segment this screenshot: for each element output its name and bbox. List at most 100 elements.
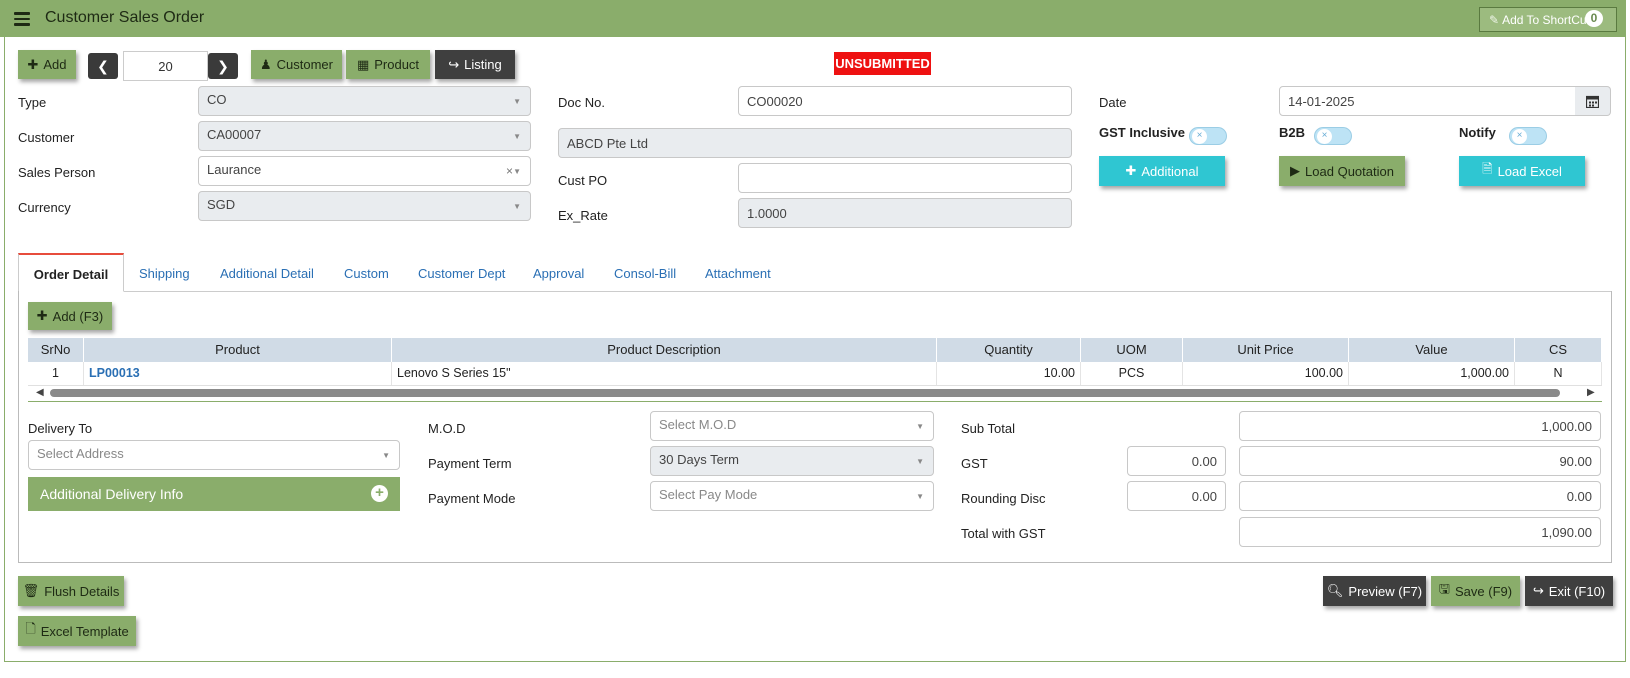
- date-label: Date: [1099, 95, 1127, 110]
- currency-value: SGD: [207, 197, 236, 212]
- file-icon: 🗋: [25, 621, 36, 636]
- tab-attachment[interactable]: Attachment: [705, 266, 771, 281]
- chevron-down-icon: ▼: [382, 451, 390, 460]
- column-header[interactable]: UOM: [1081, 338, 1183, 362]
- currency-select[interactable]: SGD ▼: [198, 191, 531, 221]
- uom-cell: PCS: [1081, 362, 1183, 385]
- tab-customer-dept[interactable]: Customer Dept: [418, 266, 505, 281]
- payment-mode-select[interactable]: Select Pay Mode ▼: [650, 481, 934, 511]
- column-header[interactable]: Quantity: [937, 338, 1081, 362]
- customer-button[interactable]: ♟ Customer: [251, 50, 342, 79]
- column-header[interactable]: Product Description: [392, 338, 937, 362]
- floppy-disk-icon: 🖫: [1438, 581, 1450, 596]
- scroll-right-icon[interactable]: ▶: [1587, 387, 1595, 398]
- listing-button[interactable]: ↪ Listing: [435, 50, 515, 79]
- mod-select[interactable]: Select M.O.D ▼: [650, 411, 934, 441]
- additional-delivery-info-button[interactable]: Additional Delivery Info +: [28, 477, 400, 511]
- listing-button-label: Listing: [464, 57, 502, 72]
- calendar-button[interactable]: [1575, 86, 1611, 116]
- gst-inclusive-label: GST Inclusive: [1099, 125, 1185, 140]
- date-input[interactable]: 14-01-2025: [1279, 86, 1576, 116]
- excel-template-button[interactable]: 🗋 Excel Template: [18, 616, 136, 646]
- chevron-down-icon: ▼: [513, 97, 521, 106]
- product-code-link[interactable]: LP00013: [84, 362, 392, 385]
- delivery-to-label: Delivery To: [28, 421, 93, 436]
- additional-button[interactable]: ✚ Additional: [1099, 156, 1225, 186]
- record-number-input[interactable]: 20: [123, 51, 208, 81]
- grid-icon: ▦: [356, 56, 370, 72]
- customer-select[interactable]: CA00007 ▼: [198, 121, 531, 151]
- plus-icon: ✚: [36, 308, 48, 323]
- chevron-down-icon: ▼: [916, 422, 924, 431]
- tab-consol-bill[interactable]: Consol-Bill: [614, 266, 676, 281]
- srno-cell: 1: [28, 362, 84, 385]
- scroll-left-icon[interactable]: ◀: [36, 387, 44, 398]
- add-to-shortcut-label: Add To ShortCut: [1502, 13, 1590, 27]
- rounding-amount-field: 0.00: [1239, 481, 1601, 511]
- load-excel-button[interactable]: 🗎 Load Excel: [1459, 156, 1585, 186]
- sign-out-icon: ↪: [448, 56, 460, 72]
- customer-button-label: Customer: [276, 57, 333, 72]
- product-button[interactable]: ▦ Product: [346, 50, 430, 79]
- chevron-down-icon: ▼: [916, 457, 924, 466]
- gst-inclusive-toggle[interactable]: ×: [1189, 127, 1227, 145]
- doc-no-input[interactable]: CO00020: [738, 86, 1072, 116]
- tab-approval[interactable]: Approval: [533, 266, 584, 281]
- title-bar: Customer Sales Order ✎ Add To ShortCut 0: [0, 0, 1626, 37]
- chevron-right-icon: ❯: [217, 57, 229, 74]
- rounding-rate-input[interactable]: 0.00: [1127, 481, 1226, 511]
- b2b-toggle[interactable]: ×: [1314, 127, 1352, 145]
- exit-button[interactable]: ↪ Exit (F10): [1525, 576, 1613, 606]
- load-quotation-button[interactable]: ▶ Load Quotation: [1279, 156, 1405, 186]
- hamburger-menu-icon[interactable]: [14, 12, 30, 26]
- scrollbar-thumb[interactable]: [50, 389, 1560, 397]
- chevron-down-icon: ▼: [513, 167, 521, 176]
- add-button[interactable]: ✚ Add: [18, 50, 76, 79]
- customer-value: CA00007: [207, 127, 262, 142]
- toggle-off-icon: ×: [1512, 129, 1527, 144]
- clear-icon[interactable]: ×: [506, 164, 513, 178]
- payment-term-select[interactable]: 30 Days Term ▼: [650, 446, 934, 476]
- calendar-icon: [1586, 95, 1599, 108]
- currency-label: Currency: [18, 200, 71, 215]
- notify-toggle[interactable]: ×: [1509, 127, 1547, 145]
- flush-details-button[interactable]: 🗑 Flush Details: [18, 576, 124, 606]
- delivery-address-select[interactable]: Select Address ▼: [28, 440, 400, 470]
- add-line-button[interactable]: ✚ Add (F3): [28, 302, 112, 330]
- excel-template-label: Excel Template: [40, 623, 129, 639]
- tab-additional-detail[interactable]: Additional Detail: [220, 266, 314, 281]
- column-header[interactable]: Product: [84, 338, 392, 362]
- tab-shipping[interactable]: Shipping: [139, 266, 190, 281]
- column-header[interactable]: CS: [1515, 338, 1602, 362]
- cust-po-input[interactable]: [738, 163, 1072, 193]
- tab-order-detail[interactable]: Order Detail: [18, 253, 124, 292]
- quantity-cell: 10.00: [937, 362, 1081, 385]
- table-row[interactable]: 1 LP00013 Lenovo S Series 15" 10.00 PCS …: [28, 362, 1602, 386]
- shortcut-count-badge: 0: [1585, 10, 1603, 27]
- excel-file-icon: 🗎: [1482, 161, 1493, 176]
- unit-price-cell: 100.00: [1183, 362, 1349, 385]
- save-button[interactable]: 🖫 Save (F9): [1431, 576, 1520, 606]
- sign-out-icon: ↪: [1532, 583, 1544, 598]
- type-select[interactable]: CO ▼: [198, 86, 531, 116]
- preview-button[interactable]: 🔍︎ Preview (F7): [1323, 576, 1426, 606]
- sub-total-field: 1,000.00: [1239, 411, 1601, 441]
- previous-record-button[interactable]: ❮: [88, 53, 118, 79]
- total-with-gst-label: Total with GST: [961, 526, 1046, 541]
- column-header[interactable]: Value: [1349, 338, 1515, 362]
- tab-custom[interactable]: Custom: [344, 266, 389, 281]
- search-icon: 🔍︎: [1326, 583, 1344, 598]
- column-header[interactable]: SrNo: [28, 338, 84, 362]
- next-record-button[interactable]: ❯: [208, 53, 238, 79]
- payment-mode-placeholder: Select Pay Mode: [659, 487, 758, 502]
- column-header[interactable]: Unit Price: [1183, 338, 1349, 362]
- add-line-label: Add (F3): [52, 308, 104, 324]
- rounding-disc-label: Rounding Disc: [961, 491, 1046, 506]
- gst-rate-input[interactable]: 0.00: [1127, 446, 1226, 476]
- type-value: CO: [207, 92, 227, 107]
- save-label: Save (F9): [1455, 583, 1513, 599]
- sales-person-select[interactable]: Laurance × ▼: [198, 156, 531, 186]
- grid-horizontal-scrollbar[interactable]: ◀ ▶: [28, 386, 1602, 402]
- additional-delivery-info-label: Additional Delivery Info: [40, 486, 184, 502]
- play-circle-icon: ▶: [1290, 163, 1301, 178]
